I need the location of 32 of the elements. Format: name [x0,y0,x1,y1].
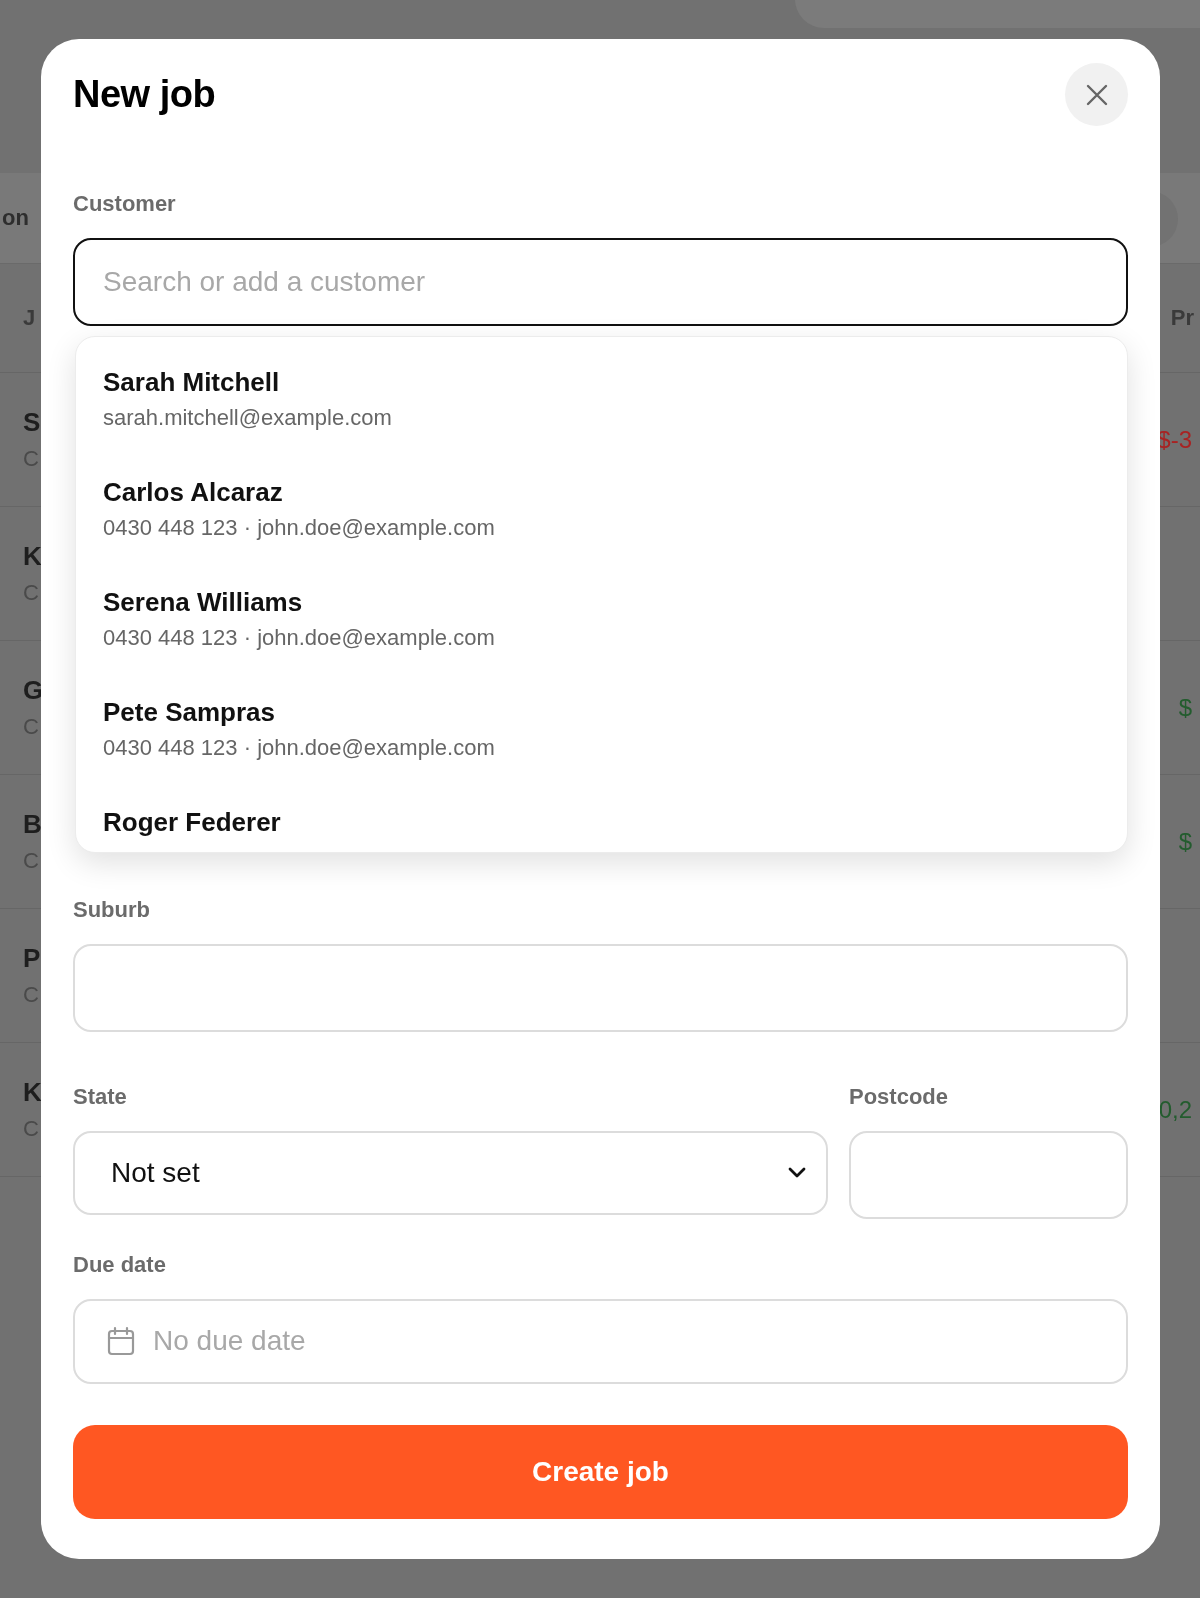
row-title: G [23,675,44,706]
customer-option[interactable]: Pete Sampras [103,695,275,729]
dialog-title: New job [73,73,216,116]
customer-detail: sarah.mitchell@example.com [103,404,392,432]
field-label: Customer [73,190,177,218]
state-select[interactable]: Not set [73,1130,828,1215]
profit-value: 0,2 [1158,1095,1192,1124]
column-header: Pr [1170,305,1194,331]
customer-detail: 0430 448 123 · john.doe@example.com [103,734,495,762]
customer-detail: 0430 448 123 · john.doe@example.com [103,514,495,542]
customer-option[interactable]: Carlos Alcaraz [103,475,283,509]
customer-search-field[interactable]: Search or add a customer [73,238,1128,326]
profit-value: $ [1178,693,1192,722]
profit-value: $ [1178,827,1192,856]
customer-option[interactable]: Roger Federer [103,805,281,839]
calendar-icon [107,1326,135,1357]
postcode-field[interactable] [849,1130,1128,1219]
field-label: Suburb [73,895,151,924]
row-title: K [23,541,42,572]
customer-detail: 0430 448 123 · john.doe@example.com [103,624,495,652]
field-label: Postcode [849,1082,950,1111]
row-title: K [23,1077,42,1108]
row-title: S [23,407,41,438]
field-label: Due date [73,1250,167,1279]
chevron-down-icon [788,1166,806,1179]
close-icon [1085,83,1108,106]
customer-option[interactable]: Serena Williams [103,585,303,619]
row-title: P [23,943,41,974]
row-title: B [23,809,42,840]
suburb-field[interactable] [73,943,1128,1032]
field-label: State [73,1082,128,1111]
customer-option[interactable]: Sarah Mitchell [103,365,280,399]
